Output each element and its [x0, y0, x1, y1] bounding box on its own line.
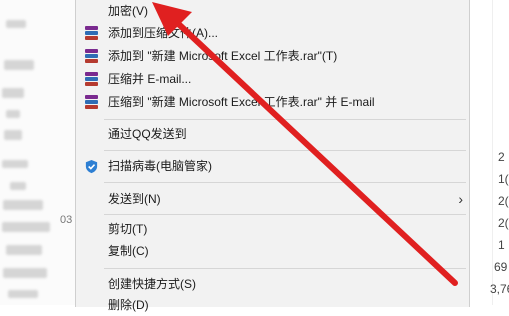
- menu-item-add-to-rar[interactable]: 添加到 "新建 Microsoft Excel 工作表.rar"(T): [76, 45, 469, 67]
- blurred-text: [4, 130, 22, 140]
- menu-item-label: 删除(D): [108, 298, 149, 312]
- column-divider: [492, 0, 493, 305]
- blurred-text: [6, 245, 42, 255]
- size-column-background: 2 1( 2( 2( 1 1 69 3,76: [470, 0, 509, 305]
- menu-item-label: 通过QQ发送到: [108, 127, 187, 141]
- size-value: 2: [498, 150, 505, 164]
- menu-item-copy[interactable]: 复制(C): [76, 240, 469, 262]
- menu-item-label: 复制(C): [108, 244, 149, 258]
- winrar-icon: [84, 49, 99, 64]
- menu-separator: [104, 214, 466, 215]
- chevron-right-icon: ›: [458, 191, 463, 207]
- shield-icon: [84, 159, 99, 174]
- context-menu: 加密(V) 添加到压缩文件(A)... 添加到 "新建 Microsoft Ex…: [75, 0, 470, 312]
- size-value: 2(: [498, 194, 509, 208]
- menu-item-send-via-qq[interactable]: 通过QQ发送到: [76, 123, 469, 145]
- size-value: 1(: [498, 172, 509, 186]
- menu-item-send-to[interactable]: 发送到(N) ›: [76, 188, 469, 210]
- menu-separator: [104, 268, 466, 269]
- menu-item-compress-email[interactable]: 压缩并 E-mail...: [76, 68, 469, 90]
- menu-item-label: 压缩到 "新建 Microsoft Excel 工作表.rar" 并 E-mai…: [108, 95, 375, 109]
- menu-separator: [104, 182, 466, 183]
- size-value: 2(: [498, 216, 509, 230]
- menu-item-add-to-archive[interactable]: 添加到压缩文件(A)...: [76, 22, 469, 44]
- size-value: 3,76: [490, 282, 509, 296]
- menu-item-label: 压缩并 E-mail...: [108, 72, 192, 86]
- winrar-icon: [84, 72, 99, 87]
- menu-item-label: 扫描病毒(电脑管家): [108, 159, 212, 173]
- menu-item-cut[interactable]: 剪切(T): [76, 218, 469, 240]
- menu-item-virus-scan[interactable]: 扫描病毒(电脑管家): [76, 155, 469, 177]
- menu-item-label: 加密(V): [108, 4, 148, 18]
- size-value: 69: [494, 260, 508, 274]
- file-list-background: 03: [0, 0, 75, 305]
- menu-item-label: 添加到压缩文件(A)...: [108, 26, 218, 40]
- menu-item-label: 剪切(T): [108, 222, 148, 236]
- blurred-text: [8, 290, 38, 298]
- blurred-text: [4, 60, 34, 70]
- menu-item-delete[interactable]: 删除(D): [76, 294, 469, 316]
- blurred-text: [6, 110, 20, 118]
- blurred-text: [2, 222, 50, 232]
- menu-item-compress-to-rar-email[interactable]: 压缩到 "新建 Microsoft Excel 工作表.rar" 并 E-mai…: [76, 91, 469, 113]
- menu-separator: [104, 150, 466, 151]
- menu-item-create-shortcut[interactable]: 创建快捷方式(S): [76, 273, 469, 295]
- blurred-text: [2, 88, 24, 98]
- blurred-text: [10, 182, 26, 190]
- blurred-text: [3, 268, 47, 278]
- winrar-icon: [84, 95, 99, 110]
- partial-text: 03: [60, 214, 73, 226]
- menu-item-label: 创建快捷方式(S): [108, 277, 196, 291]
- blurred-text: [2, 160, 28, 168]
- winrar-icon: [84, 26, 99, 41]
- blurred-text: [3, 200, 43, 210]
- menu-item-label: 添加到 "新建 Microsoft Excel 工作表.rar"(T): [108, 49, 338, 63]
- size-value: 1: [498, 238, 505, 252]
- menu-item-label: 发送到(N): [108, 192, 161, 206]
- blurred-text: [6, 20, 26, 28]
- menu-item-encrypt[interactable]: 加密(V): [76, 0, 469, 22]
- menu-separator: [104, 119, 466, 120]
